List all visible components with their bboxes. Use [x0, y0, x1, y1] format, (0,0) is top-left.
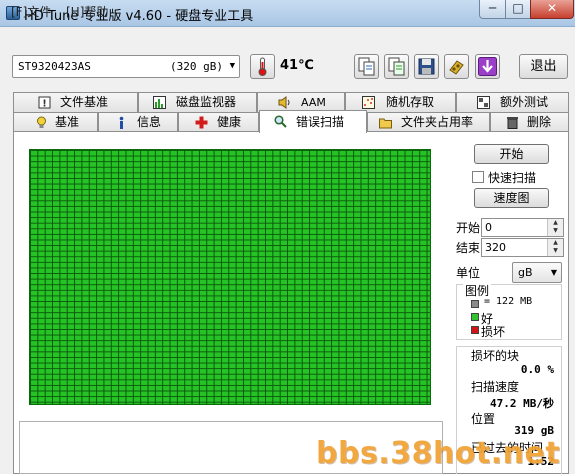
quick-scan-label: 快速扫描	[488, 171, 537, 185]
block-map-grid	[29, 149, 431, 405]
drive-model: ST9320423AS	[18, 60, 91, 73]
drive-select[interactable]: ST9320423AS (320 gB) ▼	[12, 55, 240, 78]
tab-folder-usage[interactable]: 文件夹占用率	[367, 112, 490, 132]
spinner-arrows-icon[interactable]: ▲ ▼	[547, 219, 563, 236]
tab-benchmark[interactable]: 基准	[13, 112, 98, 132]
start-input[interactable]: 0 ▲ ▼	[481, 218, 564, 237]
speaker-icon	[278, 96, 290, 109]
unit-label: 单位	[456, 266, 481, 280]
download-button[interactable]	[475, 54, 500, 79]
options-icon	[449, 60, 464, 75]
tab-file-benchmark[interactable]: ! 文件基准	[13, 92, 138, 112]
tab-erase[interactable]: 删除	[490, 112, 569, 132]
tab-label: 磁盘监视器	[176, 95, 237, 109]
tab-disk-monitor[interactable]: 磁盘监视器	[138, 92, 257, 112]
tab-aam[interactable]: AAM	[257, 92, 345, 112]
bad-blocks-value: 0.0 %	[520, 363, 554, 376]
chevron-down-icon: ▼	[229, 61, 235, 71]
drive-capacity: (320 gB)	[170, 60, 223, 73]
tab-health[interactable]: 健康	[178, 112, 259, 132]
tab-extra-tests[interactable]: 额外测试	[456, 92, 569, 112]
tab-label: 删除	[527, 115, 552, 129]
tab-label: 健康	[217, 115, 242, 129]
end-input[interactable]: 320 ▲ ▼	[481, 238, 564, 257]
trash-icon	[507, 117, 518, 129]
bulb-icon	[37, 116, 46, 128]
unit-value: gB	[518, 266, 533, 279]
save-button[interactable]	[414, 54, 439, 79]
magnifier-icon	[274, 115, 287, 128]
menu-file[interactable]: [F]文件	[11, 3, 51, 20]
thermometer-icon	[258, 57, 267, 76]
bad-swatch	[471, 326, 479, 334]
start-button[interactable]: 开始	[474, 144, 549, 164]
health-cross-icon	[195, 116, 208, 129]
svg-text:!: !	[42, 99, 47, 110]
menu-bar	[0, 27, 575, 49]
copy-all-icon	[388, 57, 405, 76]
extra-tests-icon	[477, 96, 490, 109]
copy-all-button[interactable]	[384, 54, 409, 79]
tab-error-scan[interactable]: 错误扫描	[259, 110, 367, 133]
tab-label: 基准	[55, 115, 80, 129]
info-icon: !	[38, 96, 51, 109]
temperature-button[interactable]	[250, 54, 275, 79]
start-value: 0	[485, 221, 492, 234]
info-icon	[119, 116, 124, 129]
minimize-button[interactable]: ─	[479, 0, 506, 19]
tab-info[interactable]: 信息	[98, 112, 178, 132]
unit-select[interactable]: gB ▼	[512, 262, 562, 283]
scan-speed-value: 47.2 MB/秒	[490, 397, 554, 410]
tab-label: 文件基准	[60, 95, 109, 109]
tab-label: 随机存取	[386, 95, 435, 109]
tab-random-access[interactable]: 随机存取	[345, 92, 456, 112]
download-icon	[478, 57, 497, 76]
tab-label: 文件夹占用率	[401, 115, 474, 129]
chevron-down-icon: ▼	[550, 268, 557, 277]
folder-icon	[379, 118, 392, 129]
start-label: 开始	[456, 221, 481, 235]
random-access-icon	[362, 96, 375, 109]
tab-label: 信息	[137, 115, 162, 129]
legend-block-size: = 122 MB	[484, 296, 533, 307]
tab-label: 错误扫描	[296, 115, 345, 129]
options-button[interactable]	[444, 54, 469, 79]
menu-help[interactable]: [H]帮助	[66, 3, 108, 20]
spinner-arrows-icon[interactable]: ▲ ▼	[547, 239, 563, 256]
copy-info-icon	[358, 57, 375, 76]
save-icon	[418, 58, 435, 75]
close-button[interactable]: ✕	[530, 0, 574, 19]
monitor-icon	[153, 96, 166, 109]
block-swatch	[471, 300, 479, 308]
position-label: 位置	[471, 412, 496, 426]
window-title: HD Tune 专业版 v4.60 - 硬盘专业工具	[24, 9, 254, 24]
watermark: bbs.38hot.net	[316, 436, 561, 471]
copy-info-button[interactable]	[354, 54, 379, 79]
bad-blocks-label: 损坏的块	[471, 349, 520, 363]
speed-map-button[interactable]: 速度图	[474, 188, 549, 208]
tab-label: 额外测试	[500, 95, 549, 109]
end-value: 320	[485, 241, 506, 254]
end-label: 结束	[456, 241, 481, 255]
exit-button[interactable]: 退出	[519, 54, 568, 79]
scan-speed-label: 扫描速度	[471, 380, 520, 394]
quick-scan-checkbox[interactable]	[472, 171, 484, 183]
maximize-button[interactable]: □	[505, 0, 531, 19]
good-swatch	[471, 313, 479, 321]
temperature-value: 41℃	[280, 58, 314, 73]
legend-bad: 损坏	[481, 325, 506, 339]
